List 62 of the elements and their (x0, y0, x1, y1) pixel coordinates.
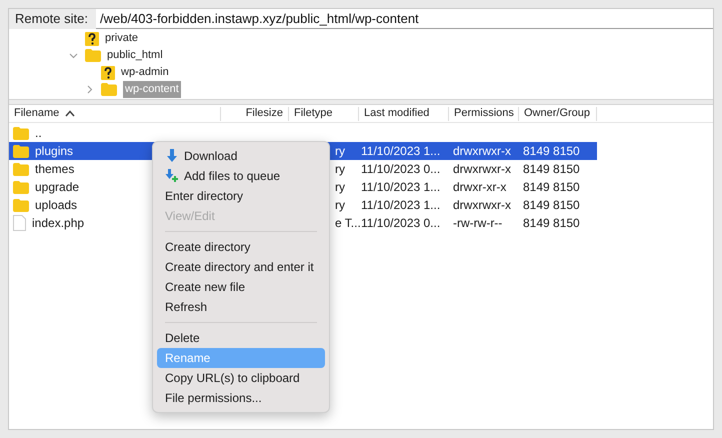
column-header[interactable]: Last modified (359, 106, 449, 120)
menu-item[interactable]: Create directory (157, 237, 325, 257)
file-type: e T... (335, 216, 361, 230)
modified-date: 11/10/2023 0... (361, 216, 440, 230)
download-add-icon (165, 169, 179, 183)
folder-icon (13, 162, 29, 176)
permissions: drwxrwxr-x (453, 198, 511, 212)
question-mark-icon (101, 66, 115, 80)
remote-site-field[interactable]: /web/403-forbidden.instawp.xyz/public_html/wp-content (96, 9, 713, 29)
chevron-right-icon[interactable] (84, 85, 94, 94)
modified-date: 11/10/2023 1... (361, 144, 440, 158)
owner-group: 8149 8150 (523, 144, 580, 158)
owner-group: 8149 8150 (523, 198, 580, 212)
modified-date: 11/10/2023 1... (361, 180, 440, 194)
menu-item[interactable]: Refresh (157, 297, 325, 317)
remote-site-label: Remote site: (15, 10, 88, 28)
folder-icon (13, 144, 29, 158)
file-name[interactable]: .. (35, 124, 42, 142)
column-header[interactable]: Owner/Group (519, 106, 597, 120)
menu-item[interactable]: Add files to queue (157, 166, 325, 186)
column-header[interactable]: Filesize (221, 106, 289, 120)
permissions: drwxrwxr-x (453, 144, 511, 158)
permissions: drwxrwxr-x (453, 162, 511, 176)
question-mark-icon (85, 32, 99, 46)
menu-item[interactable]: Delete (157, 328, 325, 348)
folder-icon (13, 198, 29, 212)
menu-item[interactable]: Create directory and enter it (157, 257, 325, 277)
menu-item[interactable]: Enter directory (157, 186, 325, 206)
menu-item[interactable]: Create new file (157, 277, 325, 297)
folder-icon (13, 126, 29, 140)
owner-group: 8149 8150 (523, 162, 580, 176)
chevron-down-icon[interactable] (68, 51, 78, 60)
menu-item[interactable]: Copy URL(s) to clipboard (157, 368, 325, 388)
file-name[interactable]: uploads (35, 196, 78, 214)
file-name[interactable]: themes (35, 160, 74, 178)
owner-group: 8149 8150 (523, 180, 580, 194)
file-name[interactable]: upgrade (35, 178, 80, 196)
menu-item[interactable]: Download (157, 146, 325, 166)
permissions: -rw-rw-r-- (453, 216, 502, 230)
column-header[interactable]: Permissions (449, 106, 519, 120)
modified-date: 11/10/2023 0... (361, 162, 440, 176)
permissions: drwxr-xr-x (453, 180, 506, 194)
file-type: ry (335, 180, 345, 194)
file-icon (13, 215, 26, 231)
folder-icon (13, 180, 29, 194)
modified-date: 11/10/2023 1... (361, 198, 440, 212)
download-arrow-icon (166, 149, 178, 163)
folder-icon (85, 49, 101, 62)
file-type: ry (335, 162, 345, 176)
column-header[interactable]: Filename (9, 106, 221, 120)
owner-group: 8149 8150 (523, 216, 580, 230)
folder-icon (101, 83, 117, 96)
menu-item[interactable]: File permissions... (157, 388, 325, 408)
file-type: ry (335, 144, 345, 158)
file-type: ry (335, 198, 345, 212)
file-name[interactable]: index.php (32, 214, 84, 232)
file-name[interactable]: plugins (35, 142, 74, 160)
tree-item[interactable]: wp-admin (121, 64, 169, 81)
sort-ascending-icon (65, 110, 76, 117)
column-header[interactable]: Filetype (289, 106, 359, 120)
tree-item[interactable]: public_html (107, 47, 163, 64)
tree-item[interactable]: private (105, 30, 138, 47)
